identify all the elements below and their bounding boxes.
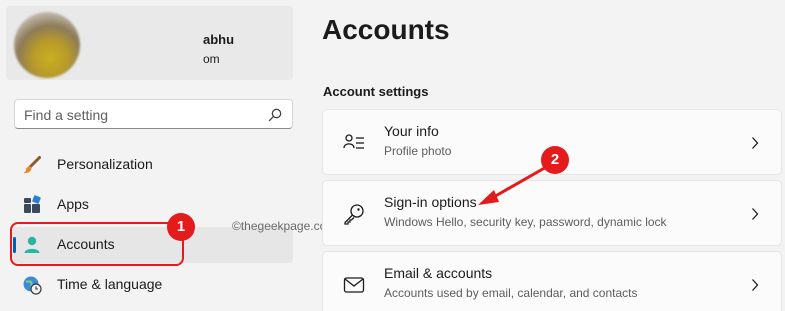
search-input[interactable]: Find a setting: [24, 107, 108, 123]
card-title: Sign-in options: [384, 194, 477, 210]
chevron-right-icon: [752, 137, 759, 149]
avatar[interactable]: [14, 12, 80, 78]
page-title: Accounts: [322, 14, 450, 45]
card-subtitle: Accounts used by email, calendar, and co…: [384, 286, 638, 300]
chevron-right-icon: [752, 279, 759, 291]
search-box[interactable]: Find a setting: [14, 99, 293, 129]
sidebar-item-label: Time & language: [57, 276, 163, 292]
sidebar-item-label: Personalization: [57, 156, 153, 172]
user-info-icon: [343, 134, 364, 149]
paintbrush-icon: [24, 156, 41, 174]
card-subtitle: Windows Hello, security key, password, d…: [384, 215, 667, 229]
card-sign-in-options[interactable]: Sign-in options Windows Hello, security …: [322, 180, 782, 246]
search-icon[interactable]: [268, 108, 282, 122]
sidebar-item-time-language[interactable]: Time & language: [12, 267, 293, 303]
card-email-accounts[interactable]: Email & accounts Accounts used by email,…: [322, 251, 782, 311]
sidebar-item-label: Apps: [57, 196, 89, 212]
user-name: abhu: [203, 32, 235, 47]
mail-icon: [343, 277, 365, 293]
profile-card[interactable]: abhu om: [6, 6, 293, 80]
card-title: Email & accounts: [384, 265, 493, 281]
user-email: om: [203, 52, 220, 66]
annotation-badge-2: 2: [541, 146, 569, 174]
sidebar-item-apps[interactable]: Apps: [12, 187, 293, 223]
annotation-highlight-box: [10, 222, 184, 266]
sidebar-item-personalization[interactable]: Personalization: [12, 147, 293, 183]
annotation-badge-1: 1: [167, 213, 195, 241]
card-subtitle: Profile photo: [384, 144, 452, 158]
apps-icon: [24, 195, 41, 213]
card-title: Your info: [384, 123, 439, 139]
section-title: Account settings: [323, 84, 429, 99]
key-icon: [344, 204, 364, 225]
chevron-right-icon: [752, 208, 759, 220]
watermark: ©thegeekpage.com: [232, 219, 337, 233]
globe-clock-icon: [23, 276, 42, 295]
